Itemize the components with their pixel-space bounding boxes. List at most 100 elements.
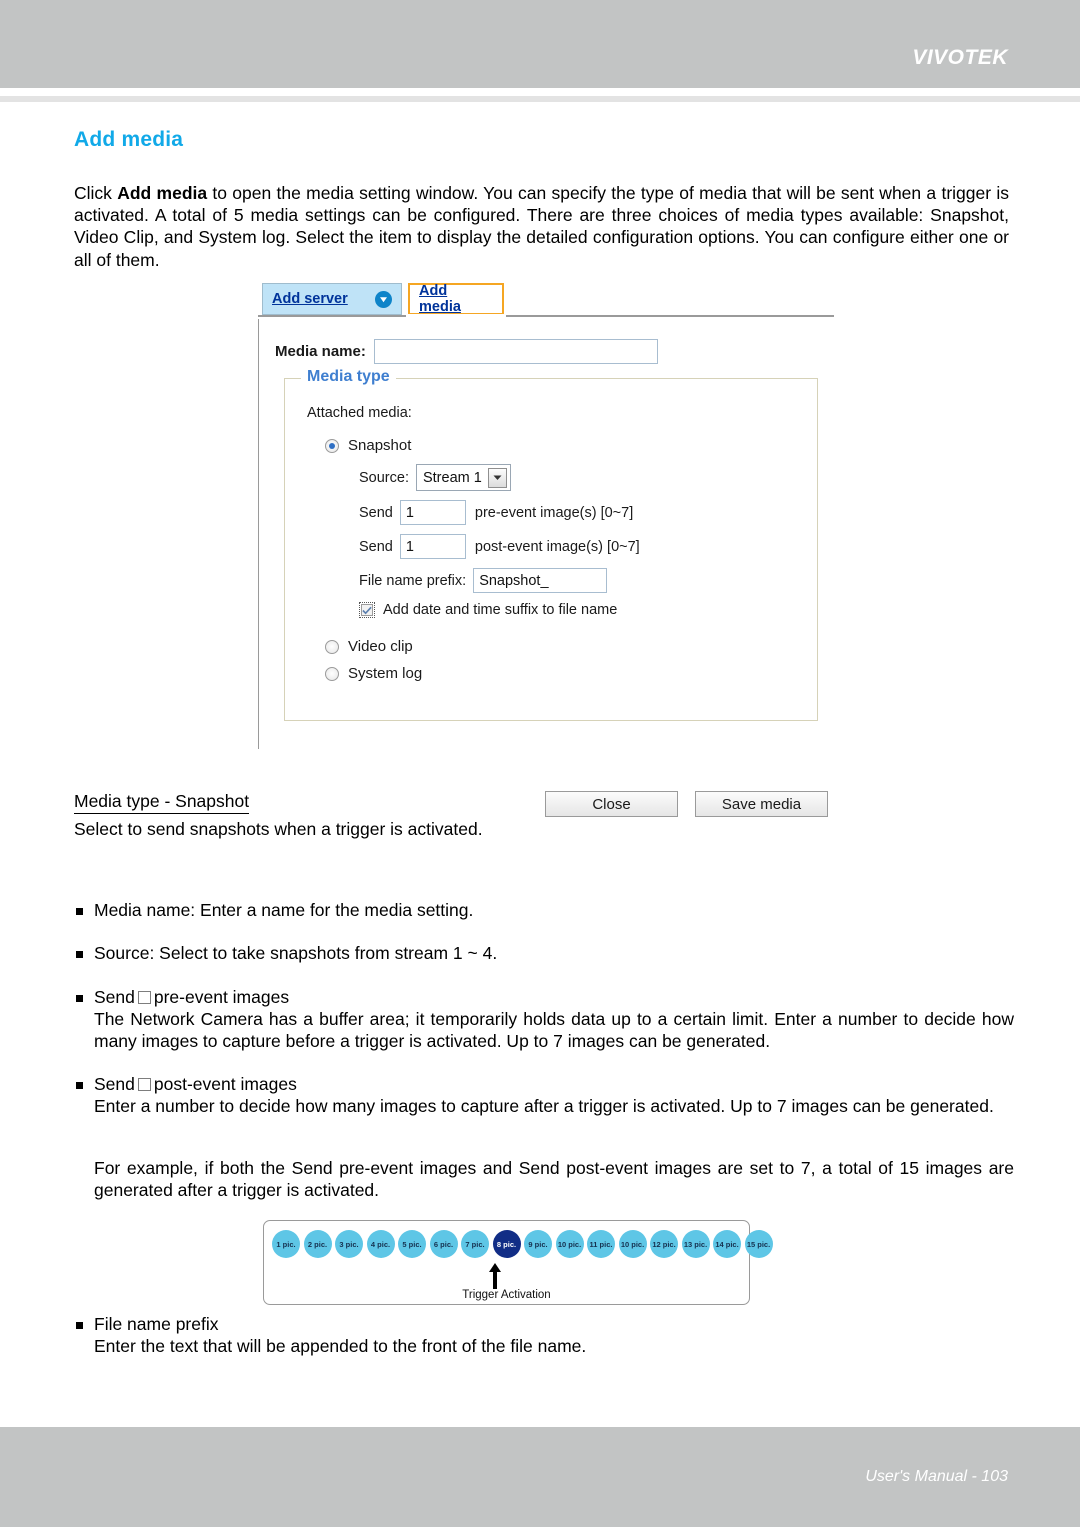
bullet-send-pre-event-title: Send pre-event images The Network Camera … [74,986,1014,1053]
bullet-source-text: Source: Select to take snapshots from st… [74,942,1014,964]
radio-snapshot-icon[interactable] [325,438,339,453]
media-type-note-desc: Select to send snapshots when a trigger … [74,819,483,839]
radio-option-snapshot[interactable]: Snapshot [325,437,817,454]
radio-option-video-clip[interactable]: Video clip [325,638,817,655]
source-row: Source: Stream 1 [359,464,817,491]
send-pre-label-a: Send [94,987,135,1007]
bullet-media-name-text: Media name: Enter a name for the media s… [74,899,1014,921]
attached-media-label: Attached media: [307,405,412,421]
media-name-input[interactable] [373,339,658,364]
source-select-value: Stream 1 [422,469,482,486]
file-prefix-title-text: File name prefix [94,1314,219,1334]
picture-circle: 11 pic. [587,1230,615,1258]
bullet-send-post-event-title: Send post-event images Enter a number to … [74,1073,1014,1117]
trigger-activation-diagram: 1 pic. 2 pic. 3 pic. 4 pic. 5 pic. 6 pic. 7 pi… [263,1220,773,1305]
tab-add-media-label: Add media [419,283,461,315]
file-prefix-label: File name prefix: [359,572,467,589]
bullet-source: Source: Select to take snapshots from st… [74,942,1014,964]
chevron-down-icon[interactable] [487,467,507,488]
radio-system-log-icon[interactable] [325,666,339,681]
post-event-count-input[interactable] [399,534,466,559]
picture-circle: 1 pic. [272,1230,300,1258]
picture-circle: 6 pic. [429,1230,458,1258]
media-name-label: Media name: [275,343,366,360]
dialog-body: Media name: Media type Attached media: S… [258,319,838,817]
post-event-row: Send post-event image(s) [0~7] [359,534,817,559]
snapshot-settings: Source: Stream 1 Send pre-event image(s)… [359,464,817,618]
send-pre-box-icon [137,991,151,1004]
media-type-note: Media type - Snapshot Select to send sna… [74,791,1014,850]
bullet-send-post-event-body: Enter a number to decide how many images… [94,1096,994,1117]
picture-circle: 3 pic. [335,1230,363,1258]
bullet-file-name-prefix-title: File name prefix Enter the text that wil… [74,1313,1014,1357]
date-suffix-label: Add date and time suffix to file name [383,602,618,618]
bullet-send-pre-event: Send pre-event images The Network Camera … [74,986,1014,1053]
picture-sequence: 1 pic. 2 pic. 3 pic. 4 pic. 5 pic. 6 pic. 7 pi… [272,1230,773,1258]
media-name-row: Media name: [275,339,838,364]
page-header: VIVOTEK [0,0,1080,88]
picture-circle: 7 pic. [461,1230,489,1258]
intro-text-a: Click [74,183,118,203]
trigger-arrow-icon [487,1263,503,1289]
picture-circle: 10 pic. [555,1230,584,1258]
source-select[interactable]: Stream 1 [415,464,511,491]
dialog-tab-strip: Add server Add media [258,283,838,319]
intro-text-b: to open the media setting window. You ca… [74,183,1009,270]
example-paragraph: For example, if both the Send pre-event … [94,1157,1014,1211]
example-paragraph-text: For example, if both the Send pre-event … [94,1158,1014,1201]
pre-event-suffix-label: pre-event image(s) [0~7] [474,504,634,521]
trigger-activation-label: Trigger Activation [462,1289,551,1301]
bullet-file-name-prefix-body: Enter the text that will be appended to … [94,1336,587,1357]
send-post-box-icon [137,1078,151,1091]
picture-circle: 8 pic. [492,1230,521,1258]
tab-add-server[interactable]: Add server [262,283,402,315]
picture-circle: 13 pic. [681,1230,710,1258]
send-pre-label-b: pre-event images [153,987,290,1007]
vivotek-logo: VIVOTEK [912,46,1008,69]
intro-paragraph: Click Add media to open the media settin… [74,182,1009,271]
footer-page-label: User's Manual - 103 [865,1468,1008,1485]
post-event-suffix-label: post-event image(s) [0~7] [474,538,640,555]
post-event-send-label: Send [359,538,393,555]
intro-text-bold: Add media [117,183,208,203]
radio-option-system-log[interactable]: System log [325,665,817,682]
picture-circle: 2 pic. [303,1230,332,1258]
picture-circle: 12 pic. [650,1230,678,1258]
radio-system-log-label: System log [348,665,423,682]
pre-event-row: Send pre-event image(s) [0~7] [359,500,817,525]
picture-circle: 9 pic. [524,1230,552,1258]
send-post-label-b: post-event images [153,1074,297,1094]
tab-underline [258,315,834,317]
picture-circle: 10 pic. [618,1230,647,1258]
bullet-send-pre-event-body: The Network Camera has a buffer area; it… [94,1009,1014,1052]
picture-circle: 14 pic. [713,1230,741,1258]
date-suffix-checkbox[interactable] [359,602,375,618]
bullet-file-name-prefix: File name prefix Enter the text that wil… [74,1313,1014,1357]
tab-add-server-label: Add server [272,291,348,307]
date-suffix-checkbox-row[interactable]: Add date and time suffix to file name [359,602,817,618]
bullet-send-post-event: Send post-event images Enter a number to … [74,1073,1014,1117]
add-media-dialog: Add server Add media Media name: Media t… [258,283,838,817]
picture-circle: 4 pic. [366,1230,395,1258]
source-label: Source: [359,469,409,486]
radio-video-clip-label: Video clip [348,638,413,655]
page-footer: User's Manual - 103 [0,1427,1080,1527]
picture-circle: 5 pic. [398,1230,426,1258]
media-type-legend: Media type [301,368,396,386]
media-type-note-heading: Media type - Snapshot [74,791,250,814]
send-post-label-a: Send [94,1074,135,1094]
picture-circle: 15 pic. [744,1230,773,1258]
header-divider [0,96,1080,102]
tab-underline-gap [406,314,506,318]
pre-event-count-input[interactable] [399,500,466,525]
page-content: Add media Click Add media to open the me… [74,128,1009,281]
radio-snapshot-label: Snapshot [348,437,412,454]
page-title: Add media [74,128,184,151]
file-prefix-input[interactable] [473,568,608,593]
radio-video-clip-icon[interactable] [325,639,339,654]
chevron-down-badge-icon[interactable] [375,290,392,308]
bullet-media-name: Media name: Enter a name for the media s… [74,899,1014,921]
file-prefix-row: File name prefix: [359,568,817,593]
tab-add-media[interactable]: Add media [408,283,504,315]
pre-event-send-label: Send [359,504,393,521]
